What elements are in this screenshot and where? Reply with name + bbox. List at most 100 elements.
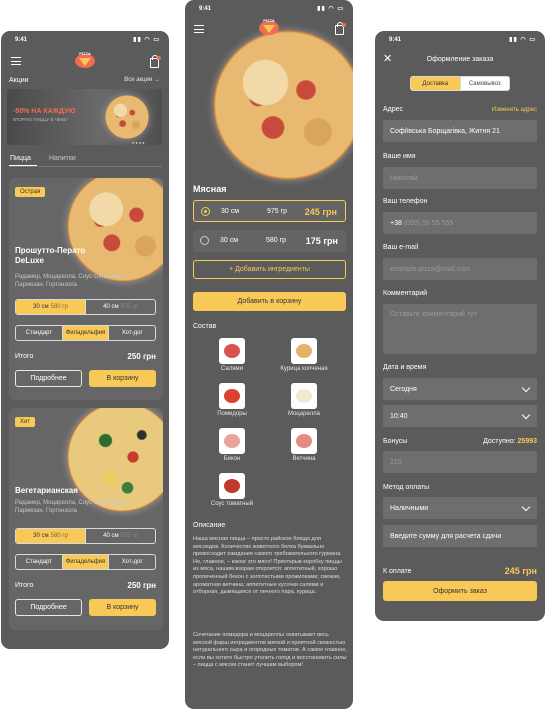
ingredient-label: Курица копченая xyxy=(280,366,328,372)
status-time: 9:41 xyxy=(199,6,212,12)
banner-line2: ВТОРУЮ ПИЦЦУ В ЧЕКЕ* xyxy=(13,117,69,122)
status-time: 9:41 xyxy=(15,37,28,43)
add-to-cart-button[interactable]: В корзину xyxy=(89,599,156,616)
status-icons: ▮▮ ◠ ▭ xyxy=(509,37,536,43)
crust-selector: Стандарт Филадельфия Хот-дог xyxy=(15,325,156,341)
address-label: Адрес xyxy=(383,106,404,113)
ingredient-label: Моцарелла xyxy=(288,411,320,417)
tab-pickup[interactable]: Самовывоз xyxy=(461,77,510,90)
chevron-down-icon xyxy=(521,502,531,512)
crust-philadelphia[interactable]: Филадельфия xyxy=(62,326,110,340)
cart-icon[interactable] xyxy=(150,55,161,68)
submit-order-button[interactable]: Оформить заказ xyxy=(383,581,537,601)
option-size: 30 см xyxy=(221,208,240,215)
tab-drinks[interactable]: Напитки xyxy=(49,155,76,162)
tab-pizza[interactable]: Пицца xyxy=(10,155,31,162)
bonus-field[interactable]: 210 xyxy=(383,451,537,473)
product-detail-screen: 9:41 ▮▮ ◠ ▭ PIZZA Мясная 30 см 975 гр 24… xyxy=(185,0,353,709)
status-bar: 9:41 ▮▮ ◠ ▭ xyxy=(185,0,353,16)
page-title: Оформление заказа xyxy=(426,56,494,63)
product-card: Острая Прошутто-Перато DeLuxe Радамер, М… xyxy=(9,178,163,400)
tab-delivery[interactable]: Доставка xyxy=(411,77,461,90)
menu-icon[interactable] xyxy=(194,25,204,33)
crust-standard[interactable]: Стандарт xyxy=(16,555,63,569)
size-option-30[interactable]: 30 см 580 гр xyxy=(16,529,86,543)
product-name: Вегетарианская xyxy=(15,486,78,495)
option-price: 175 грн xyxy=(305,236,338,246)
payment-select[interactable]: Наличными xyxy=(383,497,537,519)
change-address-link[interactable]: Изменить адрес xyxy=(492,107,537,113)
email-field[interactable]: example.pizza@mail.com xyxy=(383,258,537,280)
address-field[interactable]: Софіївська Борщагівка, Житня 21 xyxy=(383,120,537,142)
crust-standard[interactable]: Стандарт xyxy=(16,326,63,340)
product-badge: Острая xyxy=(15,187,46,197)
promo-title: Акции xyxy=(9,77,29,84)
promo-banner[interactable]: -50% НА КАЖДУЮ ВТОРУЮ ПИЦЦУ В ЧЕКЕ* ●●●● xyxy=(7,89,162,145)
option-row[interactable]: 30 см 580 гр 175 грн xyxy=(193,230,346,252)
add-ingredients-button[interactable]: + Добавить ингредиенты xyxy=(193,260,346,279)
bonus-label: Бонусы xyxy=(383,438,408,445)
phone-label: Ваш телефон xyxy=(383,198,428,205)
change-amount-field[interactable]: Введите сумму для расчета сдачи xyxy=(383,525,537,547)
chevron-down-icon xyxy=(521,410,531,420)
size-selector: 30 см 580 гр 40 см 975 гр xyxy=(15,528,156,544)
promo-all-link[interactable]: Все акции → xyxy=(124,77,160,83)
time-select[interactable]: 10:40 xyxy=(383,405,537,427)
tomato-icon xyxy=(219,383,245,409)
description-paragraph-2: Сочетание помидора и моцареллы охватывае… xyxy=(193,632,347,669)
status-bar: 9:41 ▮▮ ◠ ▭ xyxy=(375,31,545,47)
product-image xyxy=(67,178,163,282)
ingredient-label: Салями xyxy=(221,366,243,372)
cart-icon[interactable] xyxy=(335,22,346,35)
chicken-icon xyxy=(291,338,317,364)
size-option-30[interactable]: 30 см 580 гр xyxy=(16,300,86,314)
datetime-label: Дата и время xyxy=(383,364,427,371)
total-label: Итого xyxy=(15,353,34,360)
option-row-selected[interactable]: 30 см 975 гр 245 грн xyxy=(193,200,346,222)
cart-badge xyxy=(157,56,161,60)
logo-text: PIZZA xyxy=(263,18,275,23)
description-title: Описание xyxy=(193,522,226,529)
option-weight: 580 гр xyxy=(266,237,287,244)
date-select[interactable]: Сегодня xyxy=(383,378,537,400)
product-desc: Радамер, Моцарелла, Соус сливочный, Парм… xyxy=(15,500,126,514)
tab-divider xyxy=(9,166,162,167)
name-field[interactable]: Николай xyxy=(383,167,537,189)
logo-icon: PIZZA xyxy=(259,18,279,35)
ingredient-label: Ветчина xyxy=(292,456,316,462)
mozzarella-icon xyxy=(291,383,317,409)
crust-hotdog[interactable]: Хот-дог xyxy=(109,326,155,340)
size-option-40[interactable]: 40 см 975 гр xyxy=(86,529,155,543)
comment-label: Комментарий xyxy=(383,290,428,297)
delivery-toggle: Доставка Самовывоз xyxy=(410,76,510,91)
payment-label: Метод оплаты xyxy=(383,484,430,491)
crust-selector: Стандарт Филадельфия Хот-дог xyxy=(15,554,156,570)
product-hero-image xyxy=(213,30,353,180)
ham-icon xyxy=(291,428,317,454)
add-to-cart-button[interactable]: В корзину xyxy=(89,370,156,387)
product-desc: Радамер, Моцарелла, Соус сливочный, Парм… xyxy=(15,274,126,288)
logo-text: PIZZA xyxy=(79,51,91,56)
menu-icon[interactable] xyxy=(11,57,21,65)
option-size: 30 см xyxy=(220,237,239,244)
bacon-icon xyxy=(219,428,245,454)
radio[interactable] xyxy=(200,236,209,245)
size-option-40[interactable]: 40 см 975 гр xyxy=(86,300,155,314)
cart-badge xyxy=(342,23,346,27)
details-button[interactable]: Подробнее xyxy=(15,370,82,387)
phone-field[interactable]: +38 (099) 55 55 555 xyxy=(383,212,537,234)
crust-philadelphia[interactable]: Филадельфия xyxy=(62,555,110,569)
crust-hotdog[interactable]: Хот-дог xyxy=(109,555,155,569)
add-to-cart-button[interactable]: Добавить в корзину xyxy=(193,292,346,311)
details-button[interactable]: Подробнее xyxy=(15,599,82,616)
status-time: 9:41 xyxy=(389,37,402,43)
radio-selected[interactable] xyxy=(201,207,210,216)
salami-icon xyxy=(219,338,245,364)
product-name: Прошутто-Перато DeLuxe xyxy=(15,246,86,265)
comment-field[interactable]: Оставьте комментарий тут xyxy=(383,304,537,354)
status-icons: ▮▮ ◠ ▭ xyxy=(317,6,344,12)
banner-pizza-image xyxy=(105,95,149,139)
option-weight: 975 гр xyxy=(267,208,288,215)
banner-pagination[interactable]: ●●●● xyxy=(132,140,146,145)
name-label: Ваше имя xyxy=(383,153,416,160)
